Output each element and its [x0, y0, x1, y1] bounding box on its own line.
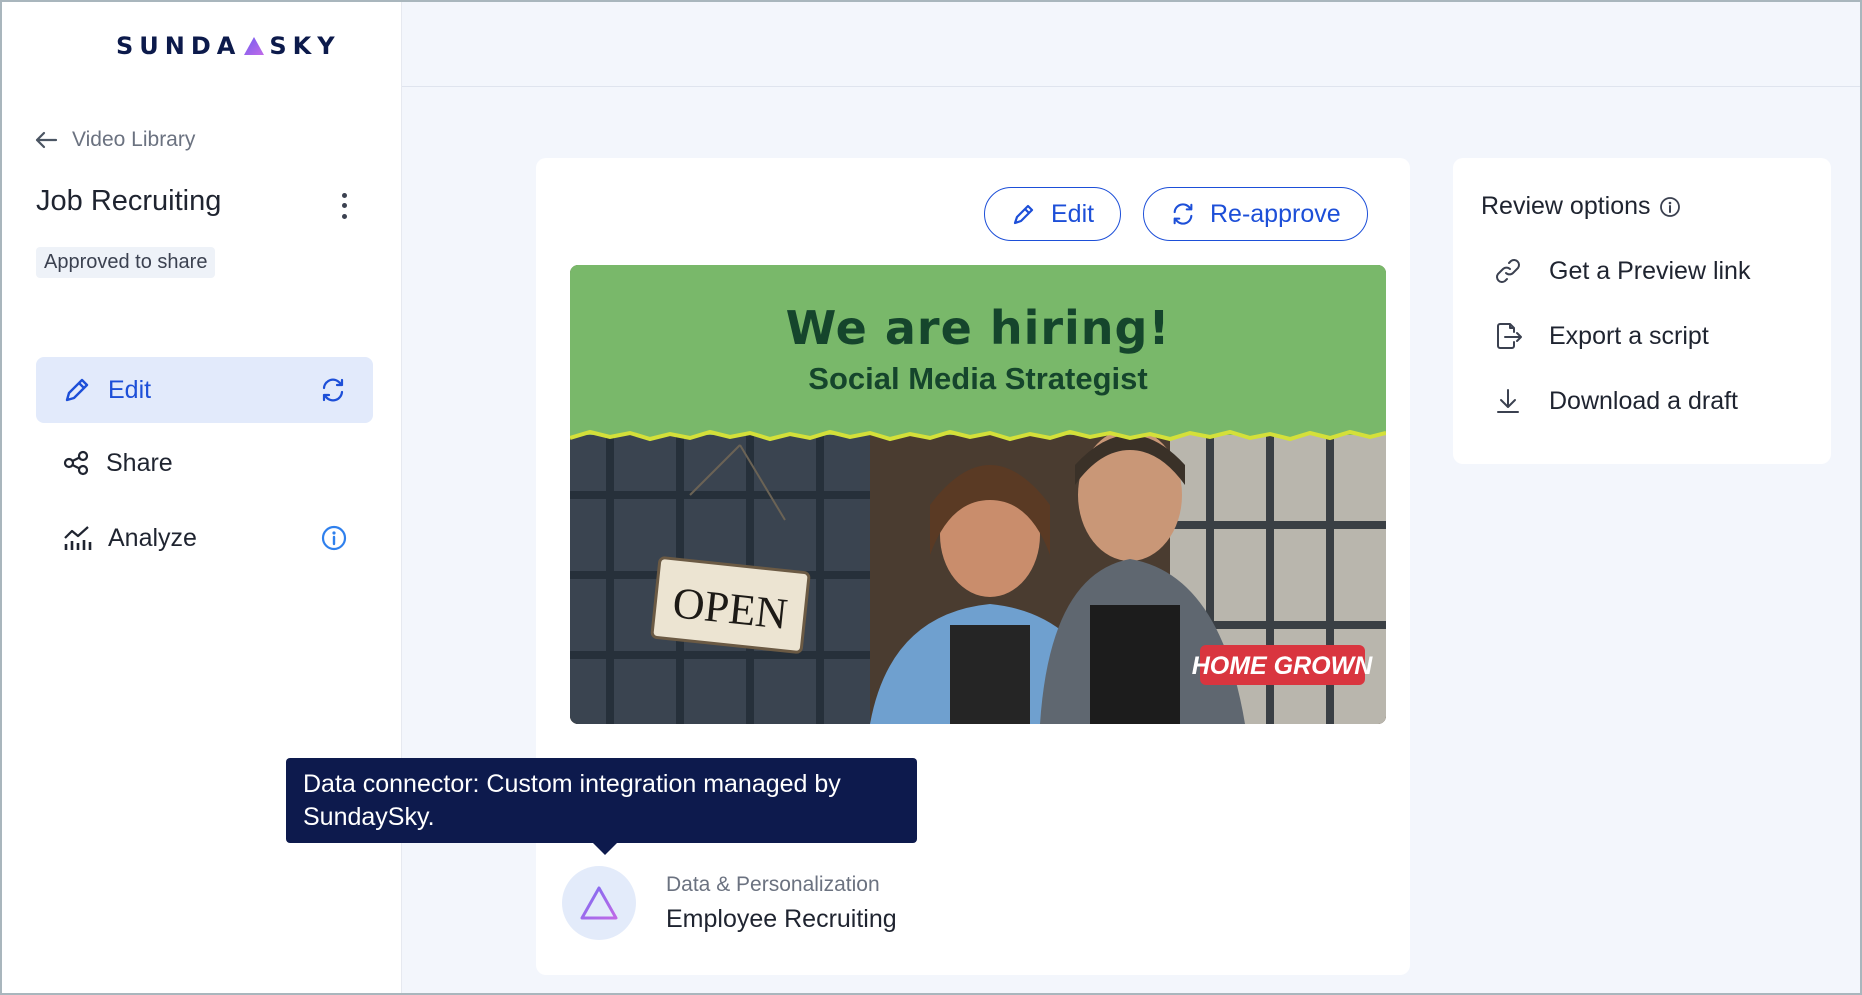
review-item-label: Get a Preview link	[1549, 256, 1751, 285]
data-label: Data & Personalization	[666, 872, 880, 896]
sync-icon	[1170, 201, 1196, 227]
torn-edge	[570, 425, 1386, 442]
analytics-icon	[62, 524, 92, 552]
review-item-label: Export a script	[1549, 321, 1709, 350]
nav-item-label: Share	[106, 448, 173, 477]
review-item-label: Download a draft	[1549, 386, 1739, 415]
nav-item-edit[interactable]: Edit	[36, 357, 373, 423]
re-approve-button[interactable]: Re-approve	[1143, 187, 1368, 241]
pencil-icon	[1011, 201, 1037, 227]
tooltip-arrow	[593, 843, 617, 855]
export-icon	[1493, 321, 1523, 351]
sidebar: SUNDA SKY Video Library Job Recruiting A…	[0, 0, 402, 995]
back-link-label: Video Library	[72, 128, 196, 151]
pencil-icon	[62, 375, 92, 405]
video-banner: We are hiring! Social Media Strategist	[570, 265, 1386, 435]
data-value: Employee Recruiting	[666, 904, 897, 933]
link-icon	[1493, 256, 1523, 286]
video-preview[interactable]: OPEN HOME GROWN We are hiring! Social Me…	[570, 265, 1386, 724]
nav-item-analyze[interactable]: Analyze	[36, 505, 373, 571]
back-to-video-library[interactable]: Video Library	[34, 128, 195, 152]
export-script[interactable]: Export a script	[1493, 321, 1709, 351]
review-options-panel: Review options Get a Preview link Export…	[1453, 158, 1831, 464]
data-personalization[interactable]: Data & Personalization Employee Recruiti…	[562, 866, 897, 940]
data-connector-icon[interactable]	[562, 866, 636, 940]
nav-item-label: Edit	[108, 375, 152, 404]
nav-item-label: Analyze	[108, 523, 197, 552]
logo-triangle-icon	[243, 36, 265, 56]
home-grown-badge: HOME GROWN	[1192, 652, 1373, 680]
edit-button[interactable]: Edit	[984, 187, 1122, 241]
data-connector-tooltip: Data connector: Custom integration manag…	[286, 758, 917, 855]
get-preview-link[interactable]: Get a Preview link	[1493, 256, 1750, 286]
data-text: Data & Personalization Employee Recruiti…	[666, 873, 897, 934]
info-icon[interactable]	[1659, 196, 1681, 218]
status-badge: Approved to share	[36, 247, 216, 278]
project-title: Job Recruiting	[36, 185, 222, 217]
sync-icon	[319, 376, 347, 404]
download-draft[interactable]: Download a draft	[1493, 386, 1738, 416]
review-options-title: Review options	[1481, 192, 1681, 221]
arrow-left-icon	[34, 130, 58, 150]
video-headline: We are hiring!	[785, 301, 1171, 355]
edit-button-label: Edit	[1051, 199, 1095, 228]
video-card: Edit Re-approve OPEN HOME GROWN We are h…	[536, 158, 1410, 975]
video-subheadline: Social Media Strategist	[808, 361, 1148, 396]
top-bar	[402, 0, 1862, 87]
info-icon[interactable]	[321, 525, 347, 551]
tooltip-text: Data connector: Custom integration manag…	[303, 770, 841, 831]
sundaysky-logo[interactable]: SUNDA SKY	[116, 32, 341, 60]
nav-item-share[interactable]: Share	[36, 430, 373, 496]
share-icon	[62, 449, 90, 477]
video-photo: OPEN HOME GROWN	[570, 435, 1386, 724]
re-approve-button-label: Re-approve	[1210, 199, 1341, 228]
download-icon	[1493, 386, 1523, 416]
more-options-icon[interactable]	[334, 190, 354, 222]
